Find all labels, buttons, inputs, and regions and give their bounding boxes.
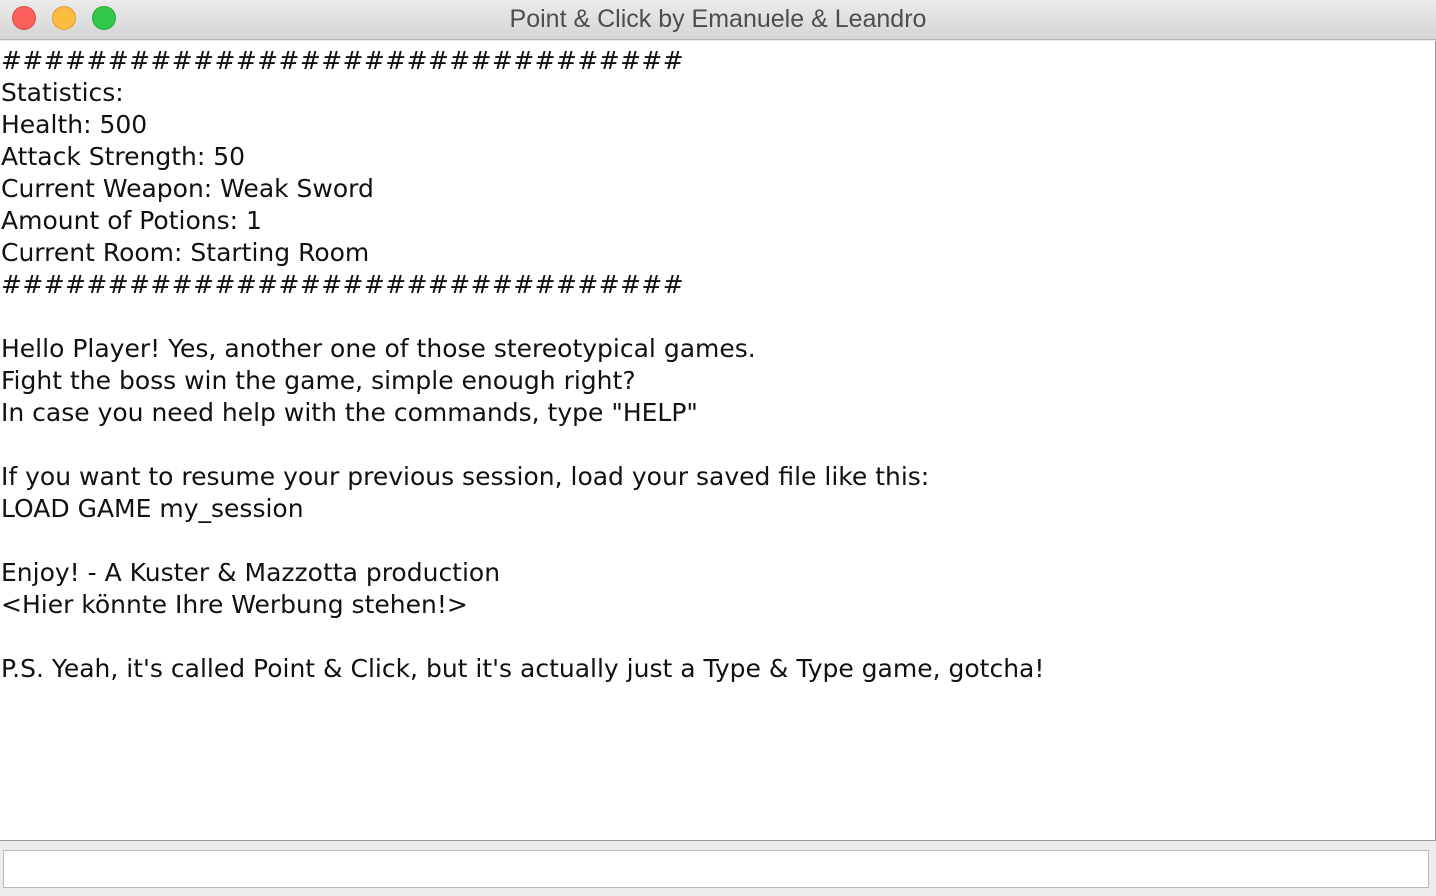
console-line-help-hint: In case you need help with the commands,… xyxy=(1,398,698,427)
console-line-blank xyxy=(0,525,1435,557)
command-input-area xyxy=(0,841,1436,896)
game-output-console[interactable]: ################################ Statist… xyxy=(0,41,1436,841)
console-line-resume-hint: If you want to resume your previous sess… xyxy=(1,462,930,491)
window-title: Point & Click by Emanuele & Leandro xyxy=(509,5,927,33)
console-line-potions: Amount of Potions: 1 xyxy=(1,206,262,235)
console-line-separator-top: ################################ xyxy=(1,46,685,75)
console-line-attack-strength: Attack Strength: 50 xyxy=(1,142,246,171)
title-bar[interactable]: Point & Click by Emanuele & Leandro xyxy=(0,0,1436,40)
console-line-advert: <Hier könnte Ihre Werbung stehen!> xyxy=(1,590,468,619)
console-line-statistics-heading: Statistics: xyxy=(1,78,124,107)
command-input[interactable] xyxy=(3,850,1429,888)
console-line-credits: Enjoy! - A Kuster & Mazzotta production xyxy=(1,558,501,587)
console-line-blank xyxy=(0,301,1435,333)
console-line-blank xyxy=(0,429,1435,461)
console-line-current-weapon: Current Weapon: Weak Sword xyxy=(1,174,374,203)
app-window: Point & Click by Emanuele & Leandro ####… xyxy=(0,0,1436,896)
console-line-blank xyxy=(0,621,1435,653)
console-line-health: Health: 500 xyxy=(1,110,148,139)
console-line-separator-bottom: ################################ xyxy=(1,270,685,299)
console-lines: ################################ Statist… xyxy=(0,41,1435,685)
console-line-postscript: P.S. Yeah, it's called Point & Click, bu… xyxy=(1,654,1045,683)
console-line-load-example: LOAD GAME my_session xyxy=(1,494,304,523)
console-line-goal: Fight the boss win the game, simple enou… xyxy=(1,366,636,395)
console-line-greeting: Hello Player! Yes, another one of those … xyxy=(1,334,756,363)
console-line-current-room: Current Room: Starting Room xyxy=(1,238,370,267)
